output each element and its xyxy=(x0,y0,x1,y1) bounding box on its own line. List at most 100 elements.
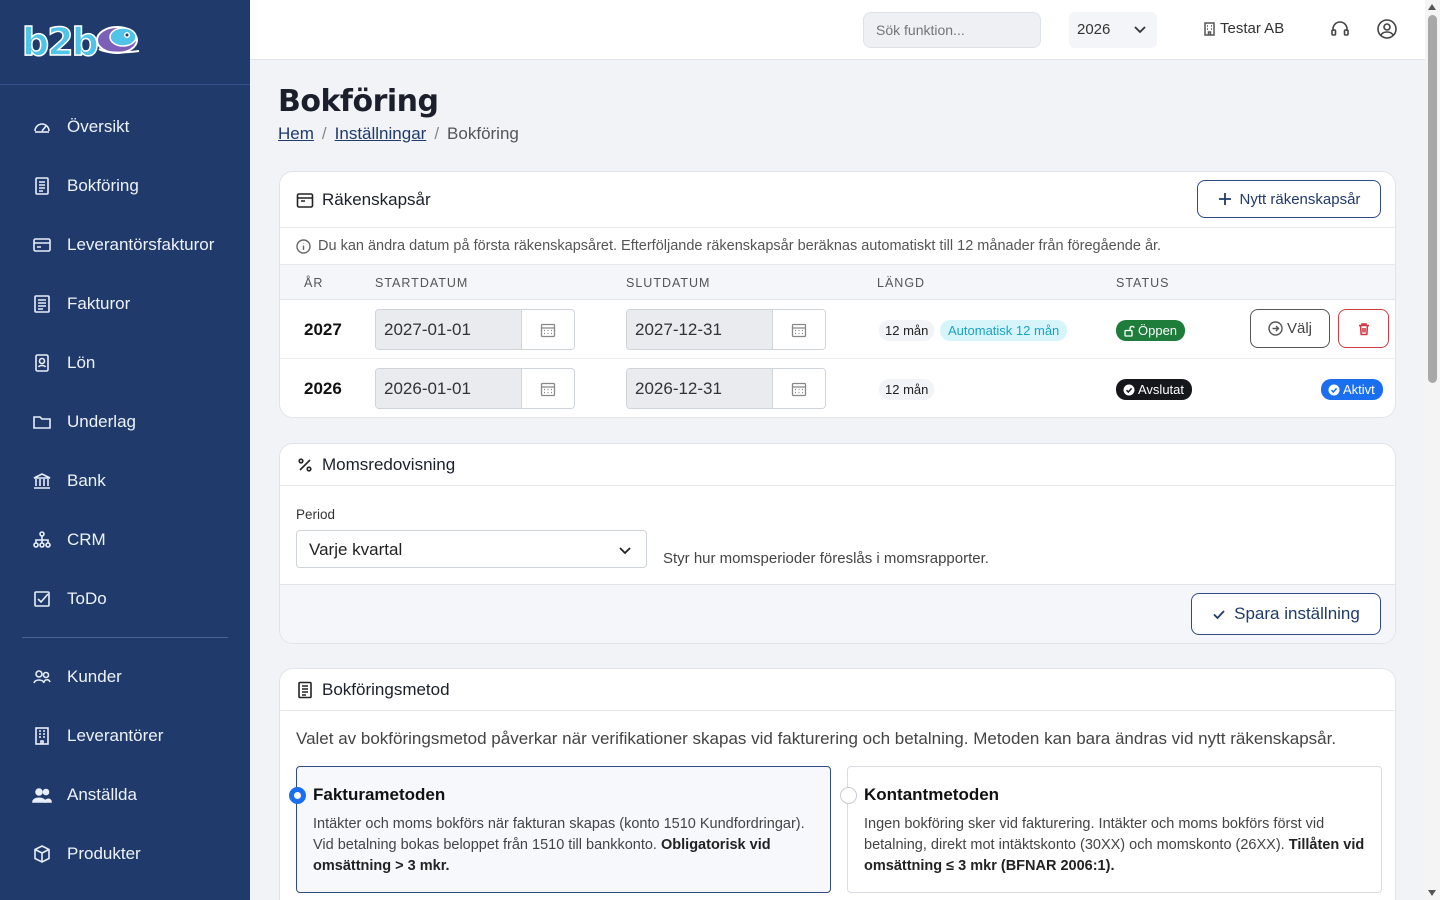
delete-year-button[interactable] xyxy=(1338,309,1389,348)
fiscal-year-card: Räkenskapsår Nytt räkenskapsår Du kan än… xyxy=(279,171,1396,418)
method-option-title: Fakturametoden xyxy=(313,785,446,804)
table-row: 2027 2027-01-01 2027-12-31 12 mån Automa… xyxy=(280,300,1395,359)
method-header: Bokföringsmetod xyxy=(280,669,1395,711)
page-title: Bokföring xyxy=(278,84,439,119)
radio-unselected[interactable] xyxy=(840,787,857,804)
arrow-right-circle-icon xyxy=(1268,321,1283,336)
method-option-kontant[interactable]: Kontantmetoden Ingen bokföring sker vid … xyxy=(840,766,1382,893)
period-label: Period xyxy=(296,507,336,522)
method-option-faktura[interactable]: Fakturametoden Intäkter och moms bokförs… xyxy=(289,766,831,893)
card-title: Bokföringsmetod xyxy=(322,679,450,699)
sidebar-item-leverantorsfakturor[interactable]: Leverantörsfakturor xyxy=(0,215,250,274)
trash-icon xyxy=(1358,322,1369,335)
table-row: 2026 2026-01-01 2026-12-31 12 mån Avslut… xyxy=(280,359,1395,417)
vat-header: Momsredovisning xyxy=(280,444,1395,486)
chevron-down-icon xyxy=(619,547,631,555)
sidebar-item-oversikt[interactable]: Översikt xyxy=(0,97,250,156)
start-date-input[interactable]: 2026-01-01 xyxy=(375,368,575,409)
invoice-icon xyxy=(32,294,52,314)
period-hint: Styr hur momsperioder föreslås i momsrap… xyxy=(663,550,989,567)
calendar-icon xyxy=(296,191,314,209)
calendar-icon[interactable] xyxy=(521,369,574,408)
bank-icon xyxy=(32,471,52,491)
logo[interactable]: b2b xyxy=(0,0,250,85)
card-icon xyxy=(32,235,52,255)
breadcrumb-separator: / xyxy=(321,124,327,143)
sidebar-item-crm[interactable]: CRM xyxy=(0,510,250,569)
sidebar-item-label: Bank xyxy=(67,470,106,490)
sidebar-item-lon[interactable]: Lön xyxy=(0,333,250,392)
info-text: Du kan ändra datum på första räkenskapså… xyxy=(318,238,1162,254)
save-setting-button[interactable]: Spara inställning xyxy=(1191,593,1381,635)
sidebar-item-bank[interactable]: Bank xyxy=(0,451,250,510)
sidebar-item-todo[interactable]: ToDo xyxy=(0,569,250,628)
sidebar-item-kunder[interactable]: Kunder xyxy=(0,647,250,706)
sidebar-item-anstallda[interactable]: Anställda xyxy=(0,765,250,824)
vat-card: Momsredovisning Period Varje kvartal Sty… xyxy=(279,443,1396,644)
chevron-down-icon xyxy=(1134,26,1146,34)
ledger-icon xyxy=(32,176,52,196)
scrollbar[interactable] xyxy=(1425,0,1440,900)
length-pill: 12 mån xyxy=(879,320,935,341)
new-fiscal-year-button[interactable]: Nytt räkenskapsår xyxy=(1197,180,1381,218)
select-year-button[interactable]: Välj xyxy=(1250,309,1330,348)
card-title: Räkenskapsår xyxy=(322,189,431,209)
end-date-input[interactable]: 2027-12-31 xyxy=(626,309,826,350)
end-date-value: 2026-12-31 xyxy=(627,369,772,408)
ledger-icon xyxy=(296,681,314,699)
sidebar-item-bokforing[interactable]: Bokföring xyxy=(0,156,250,215)
period-select[interactable]: Varje kvartal xyxy=(296,530,647,568)
breadcrumb-current: Bokföring xyxy=(447,124,519,143)
search-input[interactable] xyxy=(863,12,1041,48)
scroll-up-arrow[interactable] xyxy=(1428,4,1436,10)
scrollbar-thumb[interactable] xyxy=(1428,15,1437,383)
sidebar-item-underlag[interactable]: Underlag xyxy=(0,392,250,451)
end-date-input[interactable]: 2026-12-31 xyxy=(626,368,826,409)
sidebar-item-leverantorer[interactable]: Leverantörer xyxy=(0,706,250,765)
vat-footer: Spara inställning xyxy=(280,584,1395,643)
plus-icon xyxy=(1218,193,1231,205)
auto-length-badge: Automatisk 12 mån xyxy=(940,320,1068,341)
sidebar-item-produkter[interactable]: Produkter xyxy=(0,824,250,883)
user-icon[interactable] xyxy=(1376,18,1398,40)
status-badge-closed: Avslutat xyxy=(1116,379,1193,400)
column-header-ar: ÅR xyxy=(304,276,324,290)
folder-icon xyxy=(32,412,52,432)
calendar-icon[interactable] xyxy=(772,369,825,408)
period-select-value: Varje kvartal xyxy=(309,540,403,559)
start-date-value: 2027-01-01 xyxy=(376,310,521,349)
status-label: Avslutat xyxy=(1138,382,1185,397)
card-title: Momsredovisning xyxy=(322,454,456,474)
info-icon xyxy=(296,238,311,254)
start-date-value: 2026-01-01 xyxy=(376,369,521,408)
logo-text: b2b xyxy=(21,19,99,65)
sidebar-item-fakturor[interactable]: Fakturor xyxy=(0,274,250,333)
breadcrumb-hem[interactable]: Hem xyxy=(278,124,314,144)
year-select[interactable]: 2026 xyxy=(1069,12,1157,48)
method-option-body: Ingen bokföring sker vid fakturering. In… xyxy=(864,816,1325,853)
box-icon xyxy=(32,844,52,864)
scroll-down-arrow[interactable] xyxy=(1428,890,1436,896)
new-fiscal-year-label: Nytt räkenskapsår xyxy=(1239,190,1361,208)
year-select-value: 2026 xyxy=(1077,21,1111,38)
status-badge-open: Öppen xyxy=(1116,320,1186,341)
company-switcher[interactable]: Testar AB xyxy=(1203,20,1284,37)
calendar-icon[interactable] xyxy=(521,310,574,349)
length-pill: 12 mån xyxy=(879,379,935,400)
sidebar-item-label: Översikt xyxy=(67,116,130,136)
breadcrumb-installningar[interactable]: Inställningar xyxy=(335,124,427,144)
building-icon xyxy=(1204,21,1215,36)
calendar-icon[interactable] xyxy=(772,310,825,349)
sidebar-item-label: Underlag xyxy=(67,411,136,431)
radio-selected[interactable] xyxy=(289,787,306,804)
sidebar-item-label: Kunder xyxy=(67,666,122,686)
gauge-icon xyxy=(32,117,52,137)
sidebar-item-label: Lön xyxy=(67,352,96,372)
method-option-text: Ingen bokföring sker vid fakturering. In… xyxy=(864,814,1365,877)
sidebar-item-label: Anställda xyxy=(67,784,137,804)
column-header-langd: LÄNGD xyxy=(877,276,926,290)
headset-icon[interactable] xyxy=(1329,18,1351,40)
method-description: Valet av bokföringsmetod påverkar när ve… xyxy=(296,729,1337,748)
start-date-input[interactable]: 2027-01-01 xyxy=(375,309,575,350)
fiscal-year-header: Räkenskapsår Nytt räkenskapsår xyxy=(280,172,1395,228)
